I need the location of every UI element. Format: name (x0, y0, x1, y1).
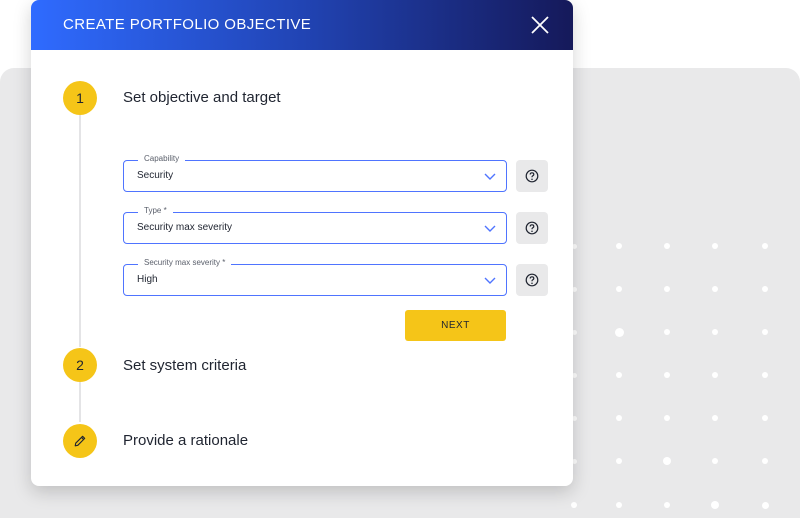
decorative-dot (616, 458, 622, 464)
capability-value: Security (137, 170, 174, 181)
pencil-icon (74, 435, 86, 447)
decorative-dot (712, 415, 718, 421)
step-3-label: Provide a rationale (123, 432, 249, 449)
close-icon (531, 16, 549, 34)
severity-help-button[interactable] (516, 264, 548, 296)
modal-header: CREATE PORTFOLIO OBJECTIVE (31, 0, 573, 50)
decorative-dot (664, 372, 670, 378)
step-2-number: 2 (76, 357, 84, 373)
step-1-number: 1 (76, 90, 84, 106)
step-1-badge[interactable]: 1 (63, 81, 97, 115)
capability-help-button[interactable] (516, 160, 548, 192)
decorative-dot (616, 243, 622, 249)
next-button[interactable]: NEXT (405, 310, 506, 341)
decorative-dot (571, 502, 577, 508)
close-button[interactable] (527, 12, 553, 38)
type-label: Type * (138, 206, 173, 215)
decorative-dot (664, 329, 670, 335)
decorative-dot (711, 501, 719, 509)
help-icon (525, 273, 539, 287)
type-value: Security max severity (137, 222, 233, 233)
decorative-dot (761, 501, 769, 509)
decorative-dot (762, 415, 768, 421)
decorative-dot (762, 243, 768, 249)
severity-value: High (137, 274, 158, 285)
decorative-dot (616, 502, 622, 508)
decorative-dot (664, 286, 670, 292)
step-3-badge[interactable] (63, 424, 97, 458)
decorative-dot (712, 243, 718, 249)
step-2-label: Set system criteria (123, 357, 247, 374)
decorative-dot (712, 372, 718, 378)
modal-title: CREATE PORTFOLIO OBJECTIVE (63, 16, 312, 33)
create-objective-modal: CREATE PORTFOLIO OBJECTIVE 1 Set objecti… (31, 0, 573, 486)
capability-label: Capability (138, 154, 186, 163)
decorative-dot (663, 457, 671, 465)
decorative-dot (616, 372, 622, 378)
capability-select[interactable]: Capability Security (123, 154, 507, 192)
decorative-dot (762, 372, 768, 378)
step-1-label: Set objective and target (123, 89, 281, 106)
help-icon (525, 221, 539, 235)
decorative-dot (664, 502, 670, 508)
decorative-dot (614, 327, 624, 337)
decorative-dot (712, 286, 718, 292)
severity-label: Security max severity * (138, 258, 232, 267)
step-connector-line (79, 382, 81, 422)
step-connector-line (79, 115, 81, 347)
decorative-dot (712, 329, 718, 335)
severity-select[interactable]: Security max severity * High (123, 258, 507, 296)
decorative-dot (616, 415, 622, 421)
chevron-down-icon (484, 277, 496, 284)
step-2-badge[interactable]: 2 (63, 348, 97, 382)
chevron-down-icon (484, 225, 496, 232)
type-select[interactable]: Type * Security max severity (123, 206, 507, 244)
decorative-dot (712, 458, 718, 464)
decorative-dot (664, 415, 670, 421)
decorative-dot (762, 458, 768, 464)
help-icon (525, 169, 539, 183)
decorative-dot (762, 329, 768, 335)
decorative-dot (762, 286, 768, 292)
decorative-dot (616, 286, 622, 292)
chevron-down-icon (484, 173, 496, 180)
decorative-dot (664, 243, 670, 249)
type-help-button[interactable] (516, 212, 548, 244)
